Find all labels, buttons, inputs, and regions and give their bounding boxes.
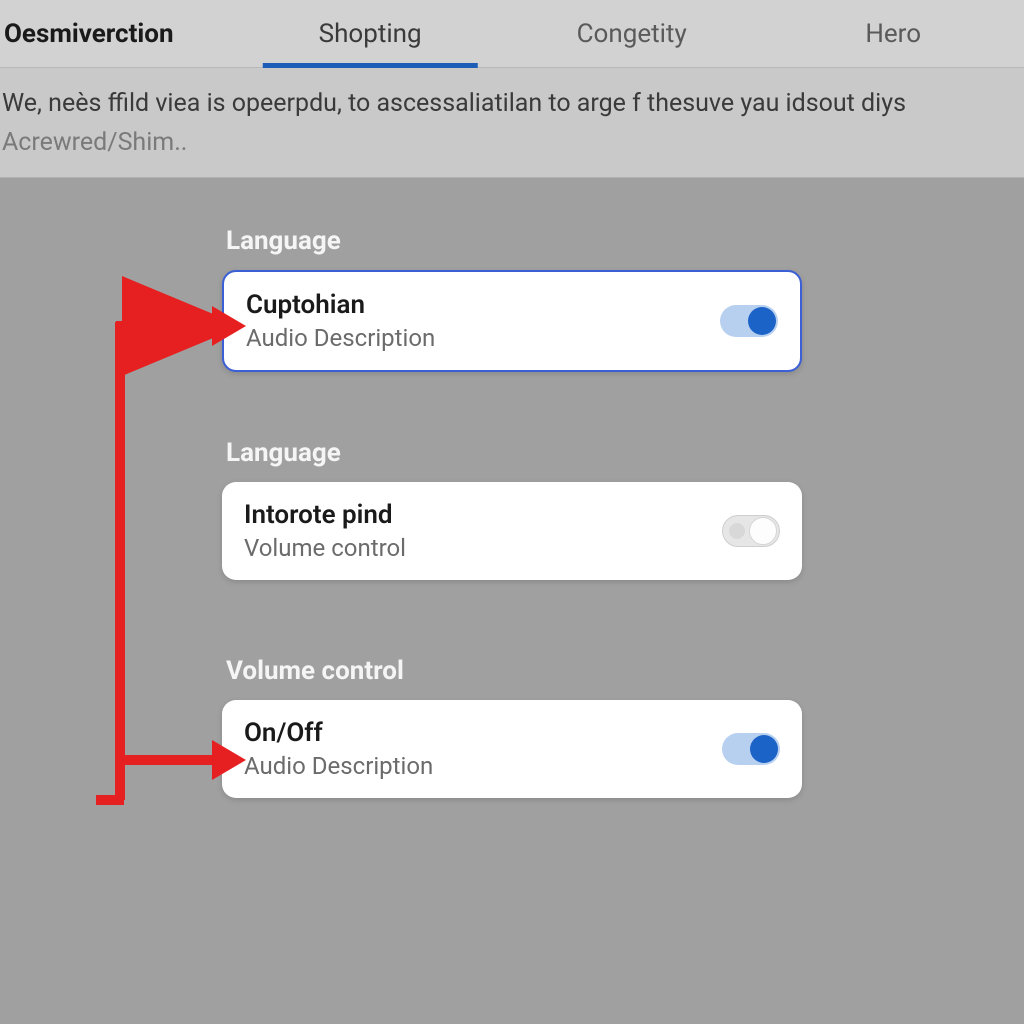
toggle-knob xyxy=(750,735,778,763)
toggle-onoff[interactable] xyxy=(722,733,780,765)
tab-shopting[interactable]: Shopting xyxy=(239,1,501,67)
tab-label: Hero xyxy=(865,19,921,49)
card-subtitle: Volume control xyxy=(244,534,406,562)
section-heading: Volume control xyxy=(222,656,802,686)
tab-bar: Oesmiverction Shopting Congetity Hero xyxy=(0,0,1024,68)
section-language-2: Language Intorote pind Volume control xyxy=(222,438,802,580)
description-bar: We, neès ffild viea is opeerpdu, to asce… xyxy=(0,68,1024,178)
card-text: Cuptohian Audio Description xyxy=(246,290,435,352)
description-line2: Acrewred/Shim.. xyxy=(2,128,1018,157)
toggle-knob xyxy=(749,517,777,545)
tab-label: Oesmiverction xyxy=(4,19,174,49)
card-cuptohian[interactable]: Cuptohian Audio Description xyxy=(222,270,802,372)
card-text: Intorote pind Volume control xyxy=(244,500,406,562)
card-text: On/Off Audio Description xyxy=(244,718,433,780)
card-subtitle: Audio Description xyxy=(244,752,433,780)
card-title: Cuptohian xyxy=(246,290,435,320)
section-volume-control: Volume control On/Off Audio Description xyxy=(222,656,802,798)
tab-oesmiverction[interactable]: Oesmiverction xyxy=(0,1,239,67)
card-title: Intorote pind xyxy=(244,500,406,530)
card-title: On/Off xyxy=(244,718,433,748)
tab-label: Congetity xyxy=(577,19,687,49)
toggle-knob xyxy=(748,307,776,335)
section-heading: Language xyxy=(222,438,802,468)
description-line1: We, neès ffild viea is opeerpdu, to asce… xyxy=(2,86,1018,122)
section-language-1: Language Cuptohian Audio Description xyxy=(222,226,802,372)
card-subtitle: Audio Description xyxy=(246,324,435,352)
tab-hero[interactable]: Hero xyxy=(762,1,1024,67)
tab-congetity[interactable]: Congetity xyxy=(501,1,763,67)
section-heading: Language xyxy=(222,226,802,256)
tab-label: Shopting xyxy=(319,19,422,49)
toggle-intorote[interactable] xyxy=(722,515,780,547)
toggle-knob-inner xyxy=(729,523,745,539)
toggle-cuptohian[interactable] xyxy=(720,305,778,337)
card-intorote[interactable]: Intorote pind Volume control xyxy=(222,482,802,580)
card-onoff[interactable]: On/Off Audio Description xyxy=(222,700,802,798)
